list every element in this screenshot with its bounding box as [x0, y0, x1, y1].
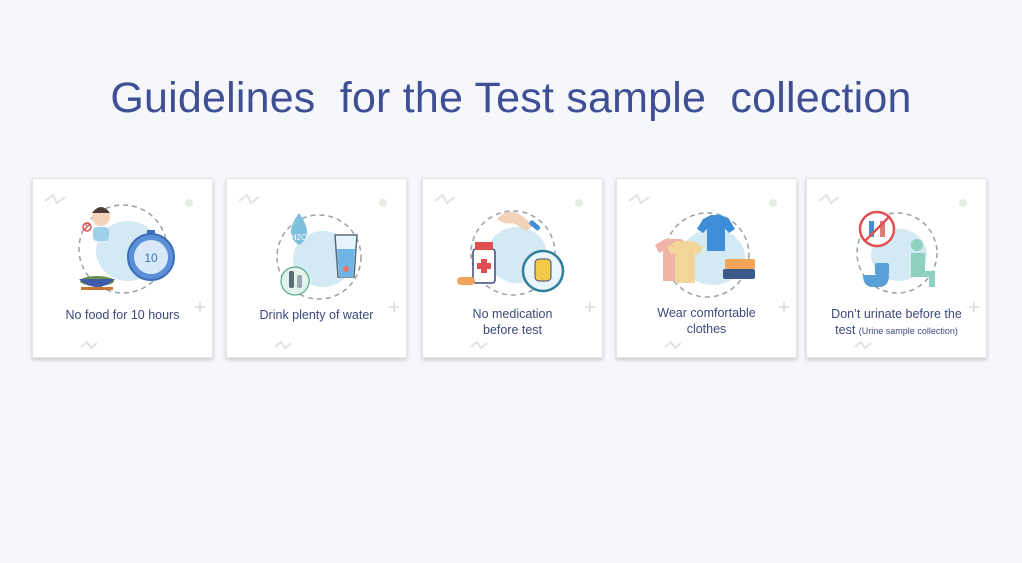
page-title: Guidelines for the Test sample collectio… [110, 74, 912, 122]
card-caption: No food for 10 hours [65, 308, 180, 322]
card-caption: Wear comfortable clothes [617, 305, 796, 337]
caption-line-2: before test [482, 323, 543, 337]
card-no-food: 10 No food for 10 hours [32, 178, 213, 358]
card-caption: No medication before test [423, 306, 602, 338]
bottle-icon [280, 266, 310, 296]
card-drink-water: H2O Drink plenty of water [226, 178, 407, 358]
caption-line-2: test [835, 323, 856, 337]
caption-line-1: Wear comfortable [657, 306, 756, 320]
card-wear-clothes: Wear comfortable clothes [616, 178, 797, 358]
card-no-urinate: Don’t urinate before the test (Urine sam… [806, 178, 987, 358]
card-no-medication: No medication before test [422, 178, 603, 358]
water-glass-icon [334, 234, 358, 278]
no-restroom-icon [858, 210, 896, 248]
medicine-bottle-icon [457, 242, 496, 285]
drink-water-illustration: H2O [276, 213, 362, 300]
food-bowl-icon [79, 276, 115, 290]
caption-line-2: clothes [686, 322, 727, 336]
caption-line-1: No medication [472, 307, 553, 321]
card-caption: Don’t urinate before the test (Urine sam… [807, 306, 986, 339]
caption-line-1: Don’t urinate before the [831, 307, 962, 321]
timer-label: 10 [144, 251, 158, 265]
h2o-badge: H2O [291, 233, 307, 242]
no-food-illustration: 10 [78, 204, 175, 294]
card-caption: Drink plenty of water [259, 308, 374, 322]
folded-clothes-icon [723, 259, 755, 279]
caption-line-2-wrap: test (Urine sample collection) [807, 322, 986, 339]
toilet-icon [863, 263, 889, 287]
stop-hand-icon [521, 249, 565, 293]
caption-note: (Urine sample collection) [858, 326, 958, 336]
